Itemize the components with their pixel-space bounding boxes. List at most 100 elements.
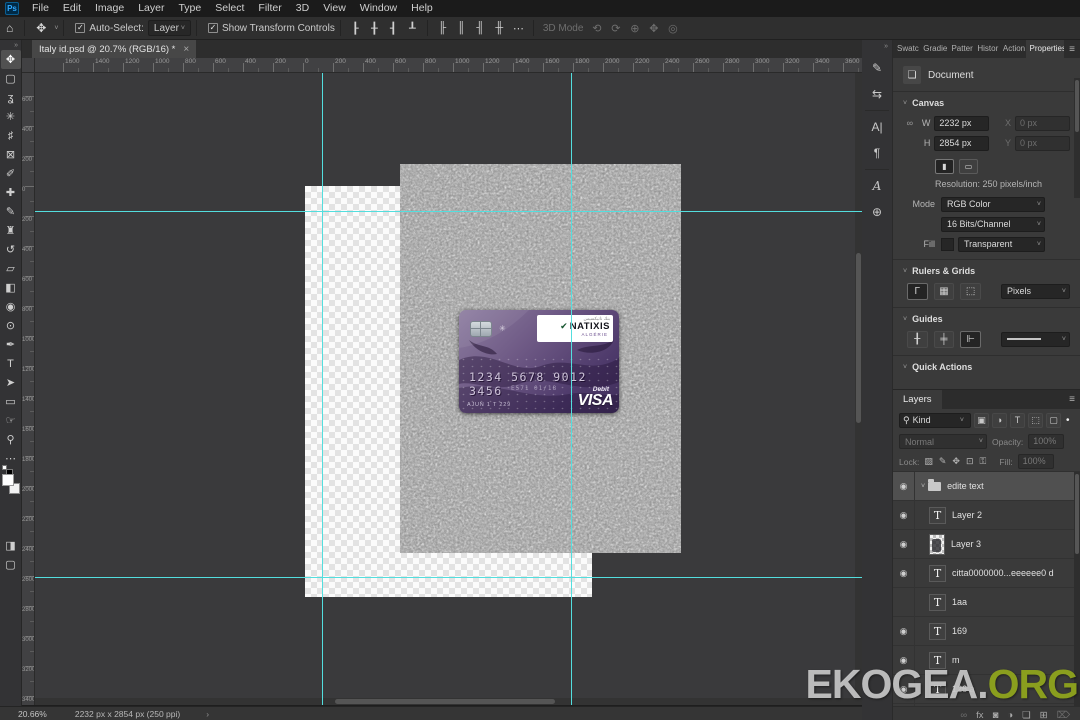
gradient-tool[interactable]: ◧ (1, 278, 21, 297)
auto-select-checkbox[interactable]: ✓ (75, 23, 86, 33)
distribute-left-icon[interactable]: ╟ (434, 20, 451, 37)
chevron-down-icon[interactable]: ˅ (54, 25, 58, 32)
distribute-center-icon[interactable]: ║ (453, 20, 470, 37)
canvas-viewport[interactable]: ✳ بنك ناتيكسيس ✔ NATIXIS ALGÉRIE 1234 56… (35, 73, 862, 705)
guides-spacing-icon[interactable]: ╪ (933, 330, 955, 348)
clone-stamp-tool[interactable]: ♜ (1, 221, 21, 240)
align-horizontal-centers-icon[interactable]: ╂ (366, 20, 383, 37)
layer-effects-icon[interactable]: fx (976, 710, 983, 720)
collapse-tools-icon[interactable]: » (0, 40, 21, 50)
bank-card-layer[interactable]: ✳ بنك ناتيكسيس ✔ NATIXIS ALGÉRIE 1234 56… (459, 310, 619, 413)
zoom-tool[interactable]: ⚲ (1, 430, 21, 449)
lock-pixels-icon[interactable]: ✎ (939, 456, 947, 467)
healing-brush-tool[interactable]: ✚ (1, 183, 21, 202)
color-swatches[interactable] (1, 465, 20, 494)
lock-artboard-icon[interactable]: ⊡ (966, 456, 974, 467)
status-arrow-icon[interactable]: › (206, 709, 209, 719)
shape-tool[interactable]: ▭ (1, 392, 21, 411)
layer-row[interactable]: ◉ T Layer 2 (893, 500, 1080, 530)
quick-mask-icon[interactable]: ◨ (1, 536, 21, 555)
crop-tool[interactable]: ♯ (1, 126, 21, 145)
menu-window[interactable]: Window (353, 0, 404, 17)
type-layer-thumbnail[interactable]: T (929, 506, 946, 524)
properties-scrollbar[interactable] (1074, 78, 1080, 198)
new-group-icon[interactable]: ❏ (1022, 710, 1031, 720)
type-layer-thumbnail[interactable]: T (929, 622, 946, 640)
screen-mode-icon[interactable]: ▢ (1, 555, 21, 574)
visibility-toggle-icon[interactable]: ◉ (893, 558, 915, 588)
glyphs-panel-icon[interactable]: A (865, 174, 889, 198)
filter-adjustment-layers-icon[interactable]: ◑ (992, 412, 1007, 428)
type-layer-thumbnail[interactable]: T (929, 593, 946, 611)
show-transform-controls-checkbox[interactable]: ✓ (208, 23, 218, 33)
delete-layer-icon[interactable]: ⌦ (1057, 710, 1070, 720)
vertical-ruler[interactable]: 600 400 200 0 200 400 600 800 1000 1200 1400 1600 18… (22, 73, 35, 705)
brush-settings-icon[interactable]: ✎ (865, 56, 889, 80)
filter-shape-layers-icon[interactable]: ⬚ (1028, 412, 1043, 428)
more-options-icon[interactable]: ⋯ (510, 20, 527, 37)
tab-gradie[interactable]: Gradie (919, 40, 947, 58)
visibility-toggle-icon[interactable] (893, 587, 915, 617)
character-panel-icon[interactable]: A| (865, 115, 889, 139)
tab-action[interactable]: Action (999, 40, 1026, 58)
adjustment-layer-icon[interactable]: ◑ (1007, 710, 1013, 720)
paragraph-panel-icon[interactable]: ¶ (865, 141, 889, 165)
libraries-panel-icon[interactable]: ⊕ (865, 200, 889, 224)
ruler-units-select[interactable]: Pixels ˅ (1001, 283, 1070, 299)
layer-row[interactable]: T 1aa (893, 587, 1080, 617)
panel-menu-icon[interactable]: ≡ (1064, 44, 1080, 55)
visibility-toggle-icon[interactable]: ◉ (893, 703, 915, 706)
menu-view[interactable]: View (316, 0, 353, 17)
menu-3d[interactable]: 3D (289, 0, 316, 17)
tab-histor[interactable]: Histor (973, 40, 999, 58)
fill-select[interactable]: Transparent ˅ (958, 236, 1045, 252)
menu-file[interactable]: File (25, 0, 56, 17)
chevron-down-icon[interactable]: ˅ (903, 100, 907, 107)
default-colors-icon[interactable] (1, 465, 13, 476)
layer-filter-kind-select[interactable]: ⚲ Kind ˅ (899, 412, 971, 428)
type-layer-thumbnail[interactable]: T (929, 564, 946, 582)
layer-row[interactable]: ◉ Tm (893, 645, 1080, 675)
visibility-toggle-icon[interactable]: ◉ (893, 616, 915, 646)
drag-3d-icon[interactable]: ⊕ (626, 20, 643, 37)
guide-style-select[interactable]: ˅ (1001, 331, 1070, 347)
visibility-toggle-icon[interactable]: ◉ (893, 529, 915, 559)
align-right-edges-icon[interactable]: ┨ (385, 20, 402, 37)
menu-help[interactable]: Help (404, 0, 440, 17)
guide-vertical[interactable] (322, 73, 323, 705)
landscape-orientation-button[interactable]: ▭ (959, 158, 978, 174)
brush-tool[interactable]: ✎ (1, 202, 21, 221)
menu-layer[interactable]: Layer (131, 0, 171, 17)
layers-scrollbar[interactable] (1074, 472, 1080, 706)
menu-edit[interactable]: Edit (56, 0, 88, 17)
auto-select-target-dropdown[interactable]: Layer ˅ (147, 20, 191, 36)
new-layer-icon[interactable]: ⊞ (1040, 710, 1048, 720)
distribute-spacing-icon[interactable]: ╫ (491, 20, 508, 37)
dodge-tool[interactable]: ⊙ (1, 316, 21, 335)
history-brush-tool[interactable]: ↺ (1, 240, 21, 259)
menu-image[interactable]: Image (88, 0, 131, 17)
layer-row[interactable]: ◉ Tcitta0000000...eeeeee0 d (893, 558, 1080, 588)
layer-row[interactable]: ◉ Layer 3 (893, 529, 1080, 559)
guide-horizontal[interactable] (35, 577, 862, 578)
slide-3d-icon[interactable]: ✥ (645, 20, 662, 37)
width-field[interactable]: 2232 px (934, 115, 990, 131)
move-tool-preset-icon[interactable]: ✥ (30, 21, 52, 35)
tab-layers[interactable]: Layers (893, 390, 942, 409)
visibility-toggle-icon[interactable]: ◉ (893, 674, 915, 704)
menu-select[interactable]: Select (208, 0, 251, 17)
lock-all-icon[interactable]: ⚿ (979, 456, 986, 467)
layer-row[interactable]: ◉ T 169 (893, 616, 1080, 646)
horizontal-scrollbar[interactable] (35, 698, 855, 705)
bit-depth-select[interactable]: 16 Bits/Channel ˅ (941, 216, 1045, 232)
chevron-down-icon[interactable]: ˅ (903, 316, 907, 323)
pen-tool[interactable]: ✒ (1, 335, 21, 354)
guides-lock-icon[interactable]: ⊩ (960, 330, 981, 348)
roll-3d-icon[interactable]: ⟳ (607, 20, 624, 37)
vertical-scrollbar[interactable] (855, 73, 862, 705)
align-bottom-edges-icon[interactable]: ┸ (404, 20, 421, 37)
lasso-tool[interactable]: ʓ (1, 88, 21, 107)
marquee-tool[interactable]: ▢ (1, 69, 21, 88)
chevron-down-icon[interactable]: ˅ (921, 483, 925, 490)
menu-filter[interactable]: Filter (251, 0, 288, 17)
